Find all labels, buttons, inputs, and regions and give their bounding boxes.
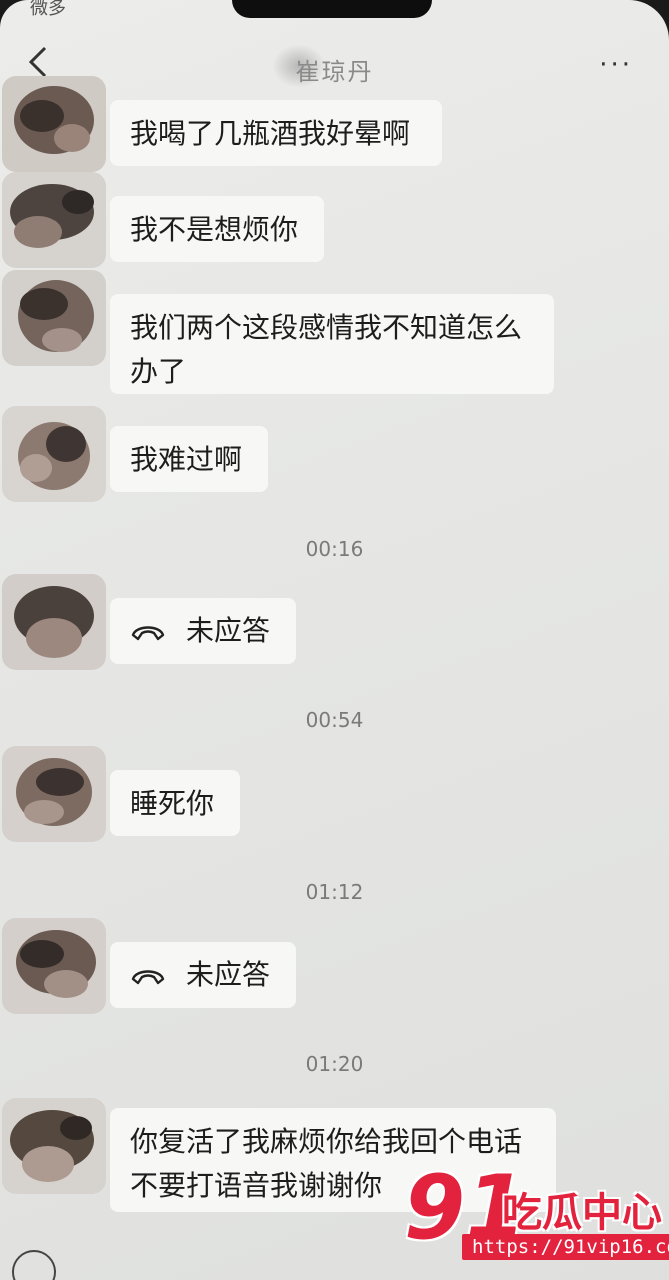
watermark-url: https://91vip16.com — [462, 1234, 669, 1260]
call-status-label: 未应答 — [186, 614, 271, 647]
avatar[interactable] — [2, 746, 106, 842]
watermark: 91 吃瓜中心 https://91vip16.com — [404, 1160, 669, 1270]
status-bar-text: 微多 — [30, 0, 66, 19]
avatar[interactable] — [2, 1098, 106, 1194]
timestamp: 01:12 — [305, 880, 364, 904]
phone-hangup-icon — [131, 626, 165, 641]
message-bubble[interactable]: 我不是想烦你 — [110, 196, 324, 262]
more-options-button[interactable]: ··· — [599, 50, 633, 80]
phone-notch — [232, 0, 432, 18]
timestamp: 01:20 — [305, 1052, 364, 1076]
missed-call-bubble[interactable]: 未应答 — [110, 598, 296, 664]
avatar[interactable] — [2, 270, 106, 366]
call-status-label: 未应答 — [186, 958, 271, 991]
avatar[interactable] — [2, 76, 106, 172]
message-bubble[interactable]: 我们两个这段感情我不知道怎么办了 — [110, 294, 554, 394]
avatar[interactable] — [2, 172, 106, 268]
missed-call-bubble[interactable]: 未应答 — [110, 942, 296, 1008]
chat-screen: 微多 崔琼丹 ··· 我喝了几瓶酒我好晕啊 我不是想烦你 我们两个这段感情我不知… — [0, 0, 669, 1280]
watermark-text: 吃瓜中心 — [502, 1190, 662, 1236]
avatar[interactable] — [2, 406, 106, 502]
message-bubble[interactable]: 睡死你 — [110, 770, 240, 836]
message-bubble[interactable]: 我喝了几瓶酒我好晕啊 — [110, 100, 442, 166]
voice-input-icon[interactable] — [12, 1250, 56, 1280]
phone-hangup-icon — [131, 970, 165, 985]
title-redaction — [272, 44, 326, 88]
message-bubble[interactable]: 我难过啊 — [110, 426, 268, 492]
avatar[interactable] — [2, 574, 106, 670]
avatar[interactable] — [2, 918, 106, 1014]
timestamp: 00:16 — [305, 537, 364, 561]
timestamp: 00:54 — [305, 708, 364, 732]
